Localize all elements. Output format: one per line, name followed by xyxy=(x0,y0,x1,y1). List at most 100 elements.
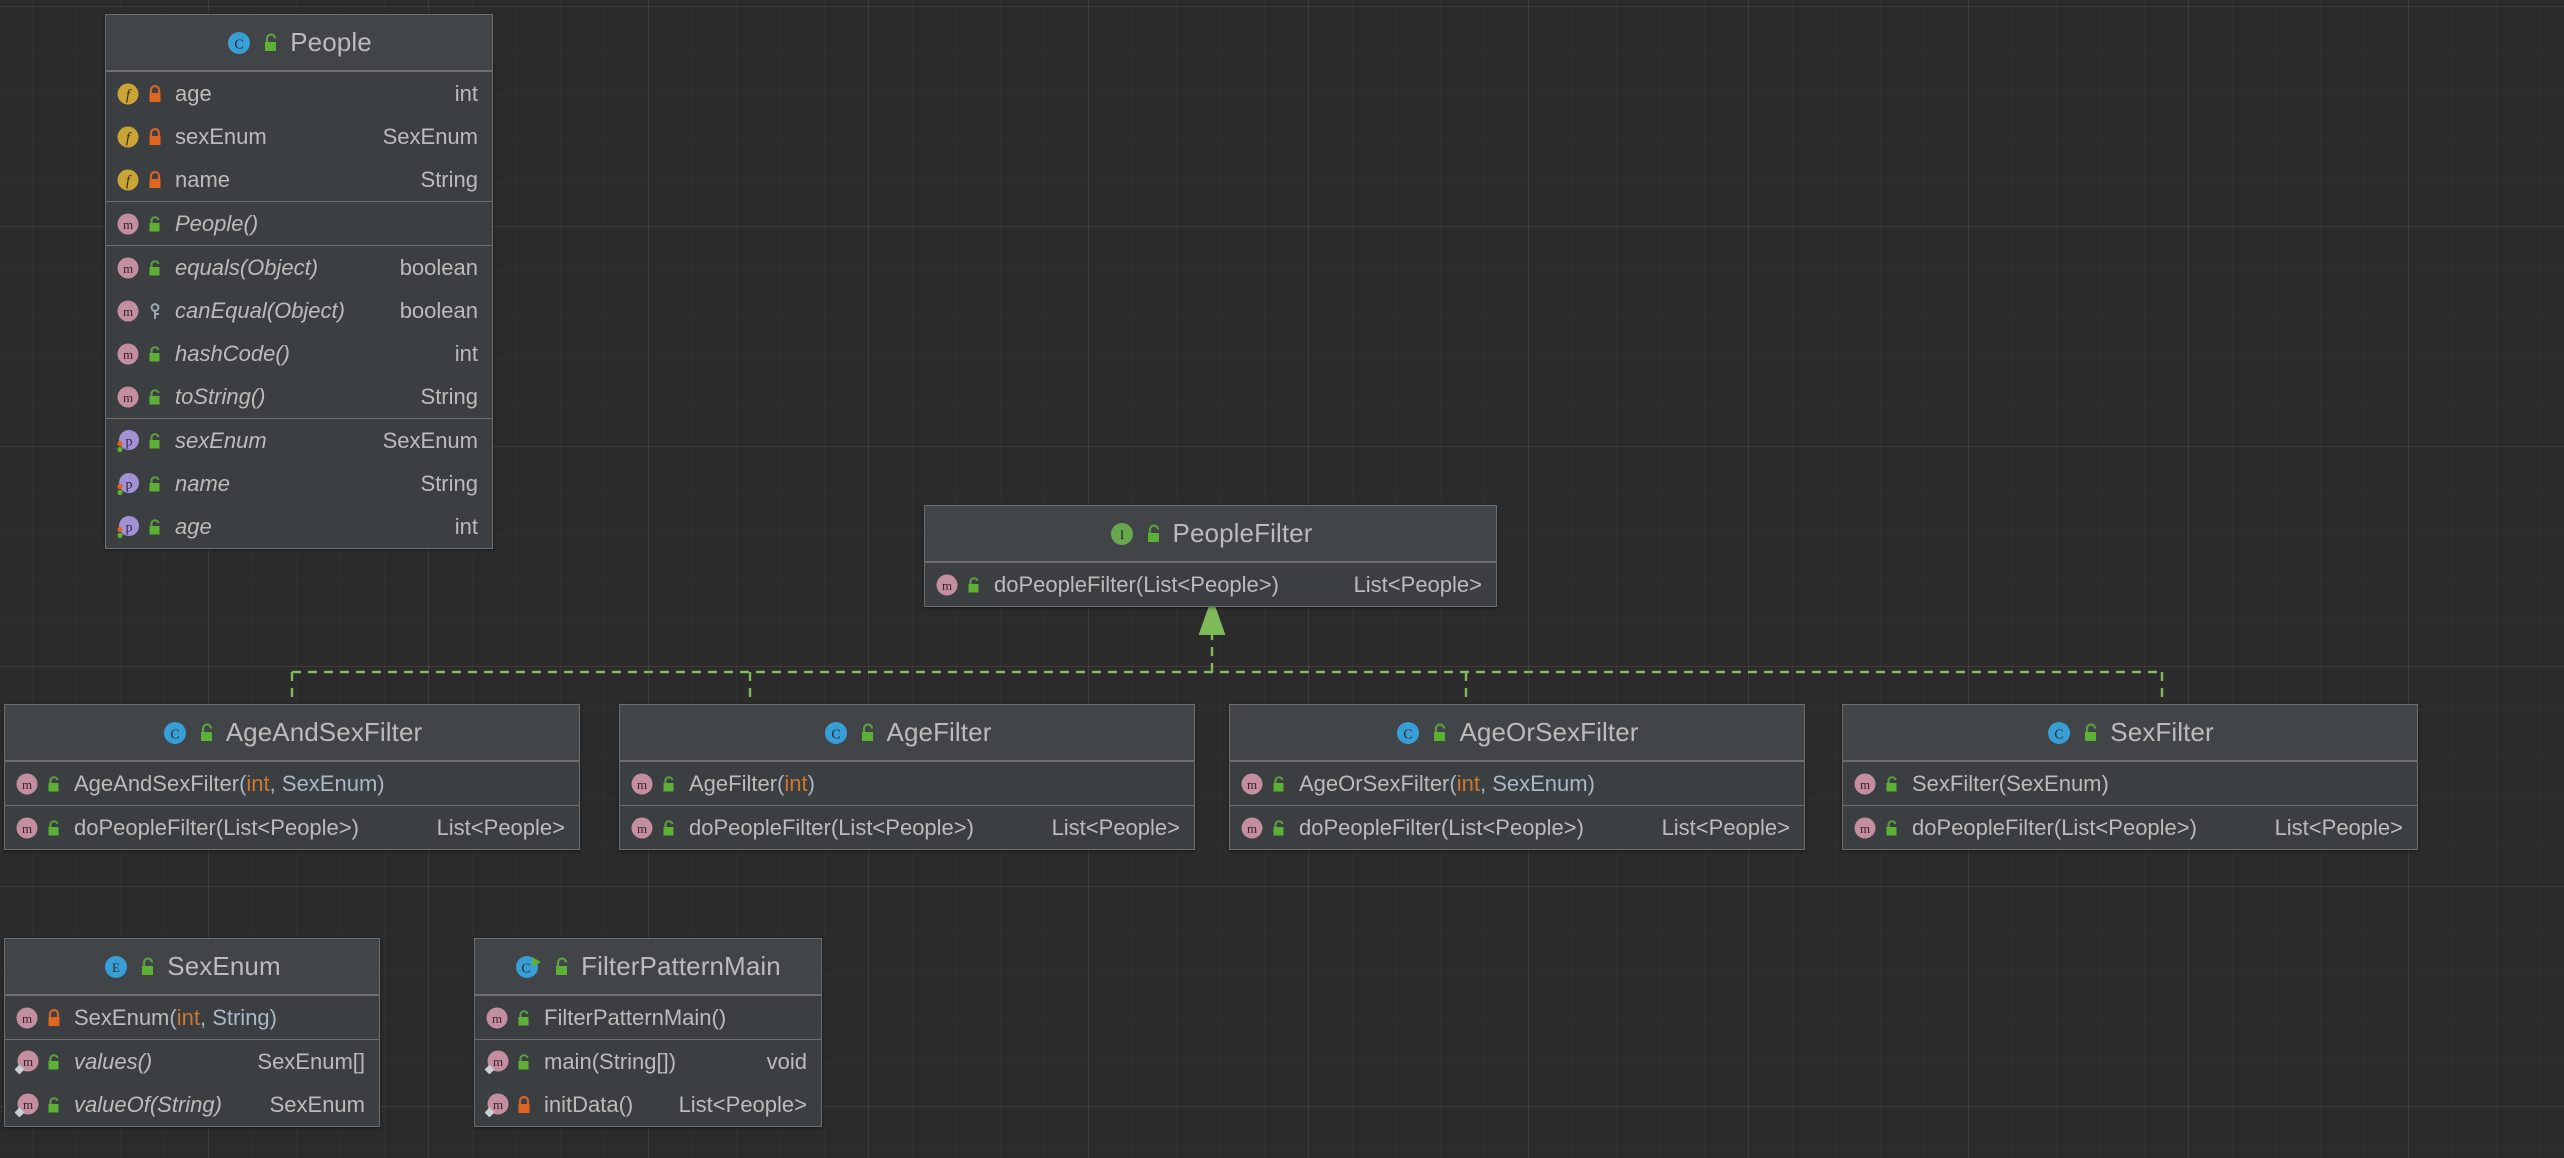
svg-text:m: m xyxy=(23,1054,33,1069)
member-icons: m xyxy=(15,1050,62,1074)
member-row[interactable]: m doPeopleFilter (List<People>) List<Peo… xyxy=(1843,806,2417,849)
unlock-public-icon xyxy=(48,1096,59,1112)
member-icons: p xyxy=(116,429,163,453)
member-params: (List<People>) xyxy=(830,814,974,840)
section-methods: m equals (Object) boolean m canEqual (Ob… xyxy=(106,245,492,418)
svg-text:m: m xyxy=(1247,821,1257,836)
member-icons: m xyxy=(1240,816,1287,840)
node-header[interactable]: C SexFilter xyxy=(1843,705,2417,761)
member-row[interactable]: m equals (Object) boolean xyxy=(106,246,492,289)
member-row[interactable]: m main (String[]) void xyxy=(475,1040,821,1083)
member-name: main xyxy=(544,1048,592,1074)
member-row[interactable]: m hashCode () int xyxy=(106,332,492,375)
enum-icon: E xyxy=(105,955,128,978)
member-row[interactable]: m AgeOrSexFilter (int, SexEnum) xyxy=(1230,762,1804,805)
node-title: AgeOrSexFilter xyxy=(1459,717,1639,747)
svg-text:m: m xyxy=(22,777,32,792)
svg-text:m: m xyxy=(493,1097,503,1112)
node-header[interactable]: E SexEnum xyxy=(5,939,379,995)
uml-class-people[interactable]: C People f age int f sexEnum SexEnum f n… xyxy=(105,14,493,549)
svg-text:C: C xyxy=(170,727,179,742)
member-icons: m xyxy=(630,816,677,840)
method-icon: m xyxy=(1241,817,1263,838)
class-icon: C xyxy=(163,721,186,744)
member-row[interactable]: m canEqual (Object) boolean xyxy=(106,289,492,332)
member-params: (String[]) xyxy=(591,1048,677,1074)
section-constructors: m AgeOrSexFilter (int, SexEnum) xyxy=(1230,761,1804,805)
member-row[interactable]: f sexEnum SexEnum xyxy=(106,115,492,158)
member-row[interactable]: m valueOf (String) SexEnum xyxy=(5,1083,379,1126)
member-row[interactable]: p age int xyxy=(106,505,492,548)
member-row[interactable]: m toString () String xyxy=(106,375,492,418)
member-name: AgeOrSexFilter xyxy=(1299,770,1450,796)
member-name: name xyxy=(175,470,231,496)
member-params: () xyxy=(711,1004,727,1030)
uml-enum-sexenum[interactable]: E SexEnum m SexEnum (int, String) m valu… xyxy=(4,938,380,1127)
node-header[interactable]: C AgeFilter xyxy=(620,705,1194,761)
method-icon: m xyxy=(117,386,139,407)
method-icon: m xyxy=(486,1007,508,1028)
member-type: String xyxy=(420,166,478,192)
svg-text:m: m xyxy=(637,777,647,792)
svg-text:m: m xyxy=(123,390,133,405)
unlock-public-icon xyxy=(663,775,674,791)
uml-class-agefilter[interactable]: C AgeFilter m AgeFilter (int) m doPeople… xyxy=(619,704,1195,850)
member-name: age xyxy=(175,80,212,106)
member-name: sexEnum xyxy=(175,427,267,453)
member-params: (int, SexEnum) xyxy=(239,770,385,796)
node-header[interactable]: C AgeAndSexFilter xyxy=(5,705,579,761)
method-icon: m xyxy=(936,574,958,595)
member-params: (int) xyxy=(777,770,815,796)
unlock-public-icon xyxy=(1273,819,1284,835)
member-row[interactable]: m doPeopleFilter (List<People>) List<Peo… xyxy=(620,806,1194,849)
uml-interface-peoplefilter[interactable]: I PeopleFilter m doPeopleFilter (List<Pe… xyxy=(924,505,1497,607)
node-header[interactable]: I PeopleFilter xyxy=(925,506,1496,562)
uml-class-ageandsexfilter[interactable]: C AgeAndSexFilter m AgeAndSexFilter (int… xyxy=(4,704,580,850)
member-name: equals xyxy=(175,254,240,280)
member-row[interactable]: m SexFilter (SexEnum) xyxy=(1843,762,2417,805)
node-header[interactable]: C AgeOrSexFilter xyxy=(1230,705,1804,761)
node-header[interactable]: C FilterPatternMain xyxy=(475,939,821,995)
member-row[interactable]: p name String xyxy=(106,462,492,505)
member-row[interactable]: m doPeopleFilter (List<People>) List<Peo… xyxy=(925,563,1496,606)
lock-private-icon xyxy=(518,1095,530,1113)
member-name: initData xyxy=(544,1091,619,1117)
member-type: int xyxy=(454,340,478,366)
member-params: (List<People>) xyxy=(1135,571,1279,597)
uml-class-sexfilter[interactable]: C SexFilter m SexFilter (SexEnum) m doPe… xyxy=(1842,704,2418,850)
lock-private-icon xyxy=(149,170,161,188)
member-row[interactable]: m People () xyxy=(106,202,492,245)
diagram-canvas[interactable]: C People f age int f sexEnum SexEnum f n… xyxy=(0,0,2564,1158)
member-row[interactable]: m initData () List<People> xyxy=(475,1083,821,1126)
section-methods: m values () SexEnum[] m valueOf (String)… xyxy=(5,1039,379,1126)
member-icons: m xyxy=(1853,816,1900,840)
member-row[interactable]: m SexEnum (int, String) xyxy=(5,996,379,1039)
member-row[interactable]: m FilterPatternMain () xyxy=(475,996,821,1039)
member-row[interactable]: m AgeFilter (int) xyxy=(620,762,1194,805)
member-params: (Object) xyxy=(266,297,345,323)
method-icon: m xyxy=(117,213,139,234)
member-params: (Object) xyxy=(239,254,319,280)
svg-text:p: p xyxy=(126,434,133,449)
member-type: SexEnum[] xyxy=(257,1048,365,1074)
member-row[interactable]: m AgeAndSexFilter (int, SexEnum) xyxy=(5,762,579,805)
unlock-public-icon xyxy=(663,819,674,835)
member-row[interactable]: m doPeopleFilter (List<People>) List<Peo… xyxy=(1230,806,1804,849)
member-row[interactable]: m values () SexEnum[] xyxy=(5,1040,379,1083)
member-icons: f xyxy=(116,125,163,149)
node-header[interactable]: C People xyxy=(106,15,492,71)
member-name: hashCode xyxy=(175,340,276,366)
field-icon: f xyxy=(117,169,139,190)
svg-text:m: m xyxy=(123,261,133,276)
member-row[interactable]: f name String xyxy=(106,158,492,201)
uml-class-ageorsexfilter[interactable]: C AgeOrSexFilter m AgeOrSexFilter (int, … xyxy=(1229,704,1805,850)
member-row[interactable]: f age int xyxy=(106,72,492,115)
member-row[interactable]: m doPeopleFilter (List<People>) List<Peo… xyxy=(5,806,579,849)
member-icons: m xyxy=(15,1006,62,1030)
svg-text:p: p xyxy=(126,477,133,492)
member-row[interactable]: p sexEnum SexEnum xyxy=(106,419,492,462)
method-icon: m xyxy=(631,773,653,794)
member-icons: p xyxy=(116,515,163,539)
uml-class-filterpatternmain[interactable]: C FilterPatternMain m FilterPatternMain … xyxy=(474,938,822,1127)
unlock-public-icon xyxy=(142,956,154,975)
